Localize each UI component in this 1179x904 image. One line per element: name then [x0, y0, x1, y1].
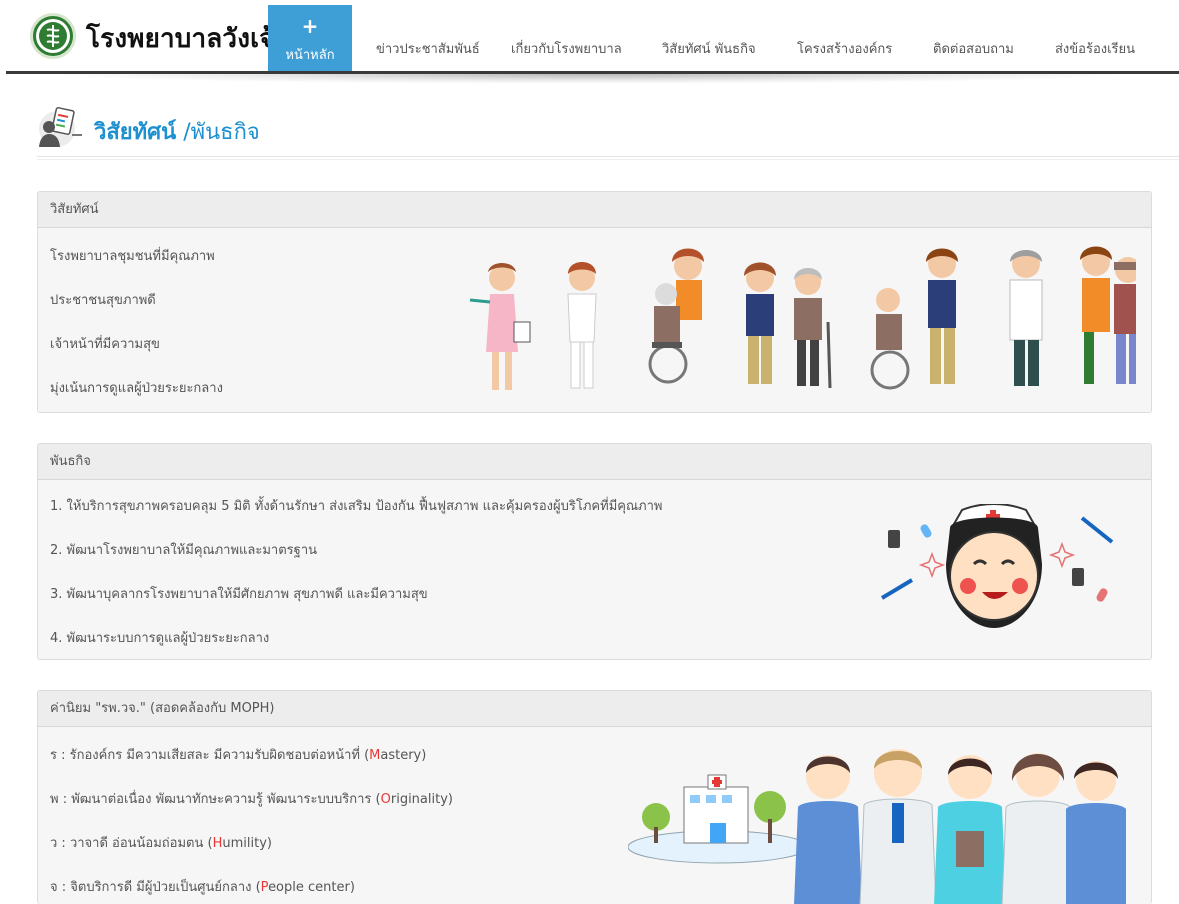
- vision-item: โรงพยาบาลชุมชนที่มีคุณภาพ: [50, 249, 215, 264]
- vision-item: ประชาชนสุขภาพดี: [50, 293, 156, 308]
- value-text: ว : วาจาดี อ่อนน้อมถ่อมตน (: [50, 836, 213, 851]
- nav-home[interactable]: + หน้าหลัก: [268, 5, 352, 71]
- nav-about[interactable]: เกี่ยวกับโรงพยาบาล: [511, 38, 622, 59]
- mission-heading: พันธกิจ: [38, 444, 1151, 480]
- plus-icon: +: [301, 14, 319, 38]
- mission-panel: พันธกิจ 1. ให้บริการสุขภาพครอบคลุม 5 มิต…: [37, 443, 1152, 660]
- nurse-illustration: [880, 504, 1114, 628]
- mission-item: 3. พัฒนาบุคลากรโรงพยาบาลให้มีศักยภาพ สุข…: [50, 587, 428, 602]
- vision-item: มุ่งเน้นการดูแลผู้ป่วยระยะกลาง: [50, 381, 223, 396]
- value-text-rest: astery): [380, 748, 427, 763]
- nav-news[interactable]: ข่าวประชาสัมพันธ์: [376, 38, 480, 59]
- value-letter: H: [212, 836, 223, 851]
- patients-and-staff-illustration: [469, 246, 1136, 390]
- value-item: ร : รักองค์กร มีความเสียสละ มีความรับผิด…: [50, 744, 426, 765]
- nav-contact[interactable]: ติดต่อสอบถาม: [933, 38, 1014, 59]
- page-title-sub: พันธกิจ: [190, 120, 260, 145]
- value-item: จ : จิตบริการดี มีผู้ป่วยเป็นศูนย์กลาง (…: [50, 876, 355, 897]
- values-heading: ค่านิยม "รพ.วจ." (สอดคล้องกับ MOPH): [38, 691, 1151, 727]
- site-header: โรงพยาบาลวังเจ้า + หน้าหลัก ข่าวประชาสัม…: [0, 0, 1179, 84]
- brand-name[interactable]: โรงพยาบาลวังเจ้า: [86, 18, 289, 59]
- value-text-rest: umility): [222, 836, 272, 851]
- moph-emblem-icon: [36, 19, 70, 53]
- value-text: ร : รักองค์กร มีความเสียสละ มีความรับผิด…: [50, 748, 370, 763]
- vision-heading: วิสัยทัศน์: [38, 192, 1151, 228]
- value-text: พ : พัฒนาต่อเนื่อง พัฒนาทักษะความรู้ พัฒ…: [50, 792, 381, 807]
- vision-item: เจ้าหน้าที่มีความสุข: [50, 337, 160, 352]
- value-letter: P: [260, 880, 269, 895]
- title-divider: [37, 156, 1179, 160]
- value-text: จ : จิตบริการดี มีผู้ป่วยเป็นศูนย์กลาง (: [50, 880, 261, 895]
- value-item: ว : วาจาดี อ่อนน้อมถ่อมตน (Humility): [50, 832, 272, 853]
- value-letter: O: [380, 792, 391, 807]
- doctor-clipboard-icon: [39, 107, 82, 147]
- nav-complaint[interactable]: ส่งข้อร้องเรียน: [1055, 38, 1135, 59]
- mission-item: 4. พัฒนาระบบการดูแลผู้ป่วยระยะกลาง: [50, 631, 270, 646]
- hospital-logo[interactable]: [30, 13, 76, 59]
- page-title: วิสัยทัศน์ /พันธกิจ: [94, 114, 260, 149]
- header-shadow: [40, 74, 1140, 84]
- value-text-rest: riginality): [390, 792, 453, 807]
- nav-vision-mission[interactable]: วิสัยทัศน์ พันธกิจ: [662, 38, 756, 59]
- value-letter: M: [369, 748, 381, 763]
- values-panel: ค่านิยม "รพ.วจ." (สอดคล้องกับ MOPH) ร : …: [37, 690, 1152, 904]
- value-text-rest: eople center): [268, 880, 355, 895]
- nav-organization[interactable]: โครงสร้างองค์กร: [797, 38, 892, 59]
- nav-home-label: หน้าหลัก: [285, 48, 335, 63]
- page-title-separator: /: [183, 120, 191, 145]
- medical-team-illustration: [628, 749, 1126, 904]
- vision-panel: วิสัยทัศน์ โรงพยาบาลชุมชนที่มีคุณภาพ ประ…: [37, 191, 1152, 413]
- page-title-main: วิสัยทัศน์: [94, 120, 177, 145]
- mission-item: 2. พัฒนาโรงพยาบาลให้มีคุณภาพและมาตรฐาน: [50, 543, 318, 558]
- mission-item: 1. ให้บริการสุขภาพครอบคลุม 5 มิติ ทั้งด้…: [50, 499, 663, 514]
- value-item: พ : พัฒนาต่อเนื่อง พัฒนาทักษะความรู้ พัฒ…: [50, 788, 453, 809]
